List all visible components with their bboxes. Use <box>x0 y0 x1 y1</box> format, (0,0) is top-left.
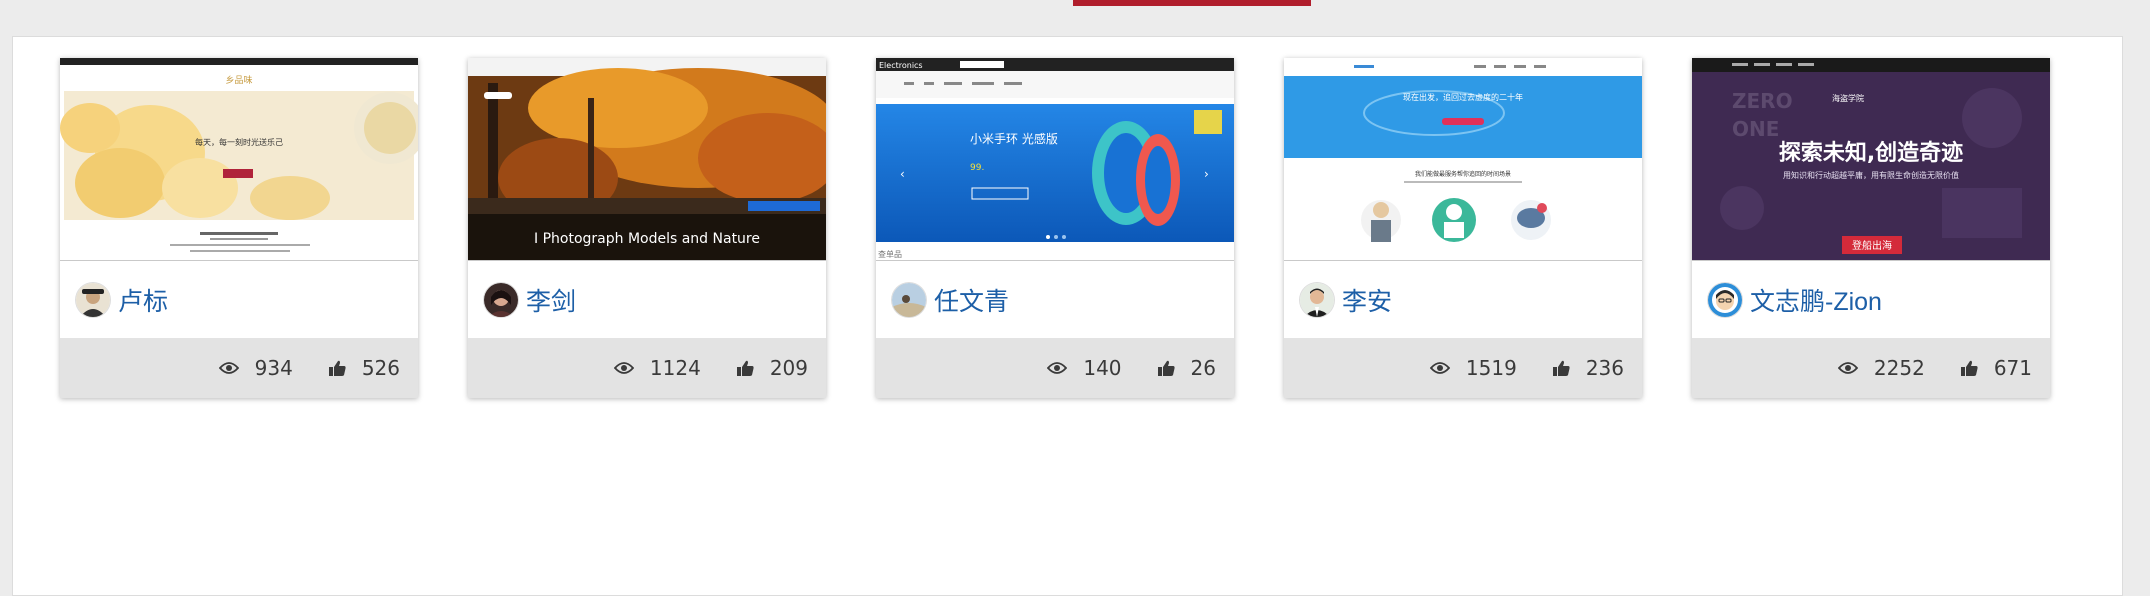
work-card[interactable]: Electronics 小米手环 光感版 99. ‹ › 查单品 任文青 140… <box>876 58 1234 398</box>
view-count-value: 1519 <box>1465 356 1517 380</box>
svg-text:ZERO: ZERO <box>1732 89 1793 113</box>
card-stats: 2252 671 <box>1692 338 2050 398</box>
svg-text:查单品: 查单品 <box>878 249 902 259</box>
thumbs-up-icon[interactable] <box>1960 360 1978 377</box>
eye-icon <box>1837 362 1858 374</box>
svg-text:登船出海: 登船出海 <box>1852 239 1892 252</box>
view-count: 1124 <box>613 356 701 380</box>
svg-text:小米手环 光感版: 小米手环 光感版 <box>970 131 1058 146</box>
view-count-value: 2252 <box>1873 356 1925 380</box>
like-count-value: 26 <box>1190 356 1216 380</box>
thumbs-up-icon[interactable] <box>736 360 754 377</box>
svg-text:Electronics: Electronics <box>879 61 923 70</box>
thumbs-up-icon[interactable] <box>328 360 346 377</box>
work-thumbnail[interactable]: 现在出发，追回过去虚度的二十年 我们能做最服务帮你追回的时间场景 <box>1284 58 1642 261</box>
eye-icon <box>613 362 634 374</box>
avatar[interactable] <box>484 282 518 317</box>
card-stats: 1519 236 <box>1284 338 1642 398</box>
card-stats: 1124 209 <box>468 338 826 398</box>
like-count-value: 236 <box>1585 356 1624 380</box>
svg-text:99.: 99. <box>970 163 984 173</box>
author-row[interactable]: 文志鹏-Zion <box>1692 261 2050 338</box>
author-name-link[interactable]: 李剑 <box>526 282 576 318</box>
thumbs-up-icon[interactable] <box>1552 360 1570 377</box>
svg-text:›: › <box>1204 167 1209 181</box>
svg-text:用知识和行动超越平庸，用有限生命创造无限价值: 用知识和行动超越平庸，用有限生命创造无限价值 <box>1783 170 1959 180</box>
works-gallery: 乡品味 每天，每一刻时光送乐己 卢标 934 526 I Photograph … <box>60 58 2050 398</box>
food-site-thumbnail: 乡品味 每天，每一刻时光送乐己 <box>60 58 418 260</box>
author-row[interactable]: 任文青 <box>876 261 1234 338</box>
avatar[interactable] <box>1300 282 1334 317</box>
view-count-value: 1124 <box>649 356 701 380</box>
like-count[interactable]: 671 <box>1960 356 2032 380</box>
like-count[interactable]: 236 <box>1552 356 1624 380</box>
work-card[interactable]: 乡品味 每天，每一刻时光送乐己 卢标 934 526 <box>60 58 418 398</box>
work-card[interactable]: I Photograph Models and Nature 李剑 1124 2… <box>468 58 826 398</box>
author-row[interactable]: 李剑 <box>468 261 826 338</box>
work-thumbnail[interactable]: 乡品味 每天，每一刻时光送乐己 <box>60 58 418 261</box>
active-tab-indicator <box>1073 0 1311 6</box>
like-count-value: 671 <box>1993 356 2032 380</box>
author-row[interactable]: 卢标 <box>60 261 418 338</box>
view-count-value: 140 <box>1083 356 1122 380</box>
like-count-value: 526 <box>361 356 400 380</box>
author-name-link[interactable]: 李安 <box>1342 282 1392 318</box>
academy-site-thumbnail: ZERO ONE 海盗学院 探索未知,创造奇迹 用知识和行动超越平庸，用有限生命… <box>1692 58 2050 260</box>
eye-icon <box>1429 362 1450 374</box>
svg-text:‹: ‹ <box>900 167 905 181</box>
svg-text:I Photograph Models and Nature: I Photograph Models and Nature <box>534 231 760 247</box>
work-card[interactable]: ZERO ONE 海盗学院 探索未知,创造奇迹 用知识和行动超越平庸，用有限生命… <box>1692 58 2050 398</box>
svg-text:海盗学院: 海盗学院 <box>1832 93 1864 103</box>
thumbs-up-icon[interactable] <box>1157 360 1175 377</box>
author-name-link[interactable]: 文志鹏-Zion <box>1750 282 1882 318</box>
author-name-link[interactable]: 卢标 <box>118 282 168 318</box>
work-thumbnail[interactable]: ZERO ONE 海盗学院 探索未知,创造奇迹 用知识和行动超越平庸，用有限生命… <box>1692 58 2050 261</box>
like-count[interactable]: 526 <box>328 356 400 380</box>
svg-text:现在出发，追回过去虚度的二十年: 现在出发，追回过去虚度的二十年 <box>1403 92 1523 102</box>
card-stats: 140 26 <box>876 338 1234 398</box>
svg-text:乡品味: 乡品味 <box>225 74 252 86</box>
eye-icon <box>218 362 239 374</box>
svg-text:每天，每一刻时光送乐己: 每天，每一刻时光送乐己 <box>195 137 283 147</box>
avatar[interactable] <box>76 282 110 317</box>
card-stats: 934 526 <box>60 338 418 398</box>
svg-text:探索未知,创造奇迹: 探索未知,创造奇迹 <box>1779 140 1963 166</box>
view-count-value: 934 <box>254 356 293 380</box>
view-count: 1519 <box>1429 356 1517 380</box>
electronics-site-thumbnail: Electronics 小米手环 光感版 99. ‹ › 查单品 <box>876 58 1234 260</box>
work-thumbnail[interactable]: I Photograph Models and Nature <box>468 58 826 261</box>
like-count-value: 209 <box>769 356 808 380</box>
like-count[interactable]: 209 <box>736 356 808 380</box>
like-count[interactable]: 26 <box>1157 356 1216 380</box>
avatar[interactable] <box>892 282 926 317</box>
view-count: 934 <box>218 356 293 380</box>
photography-site-thumbnail: I Photograph Models and Nature <box>468 58 826 260</box>
work-thumbnail[interactable]: Electronics 小米手环 光感版 99. ‹ › 查单品 <box>876 58 1234 261</box>
author-name-link[interactable]: 任文青 <box>934 282 1009 318</box>
eye-icon <box>1047 362 1068 374</box>
svg-text:ONE: ONE <box>1732 117 1779 141</box>
author-row[interactable]: 李安 <box>1284 261 1642 338</box>
education-site-thumbnail: 现在出发，追回过去虚度的二十年 我们能做最服务帮你追回的时间场景 <box>1284 58 1642 260</box>
avatar[interactable] <box>1708 282 1742 317</box>
view-count: 140 <box>1047 356 1122 380</box>
view-count: 2252 <box>1837 356 1925 380</box>
work-card[interactable]: 现在出发，追回过去虚度的二十年 我们能做最服务帮你追回的时间场景 李安 1519… <box>1284 58 1642 398</box>
svg-text:我们能做最服务帮你追回的时间场景: 我们能做最服务帮你追回的时间场景 <box>1415 170 1511 178</box>
